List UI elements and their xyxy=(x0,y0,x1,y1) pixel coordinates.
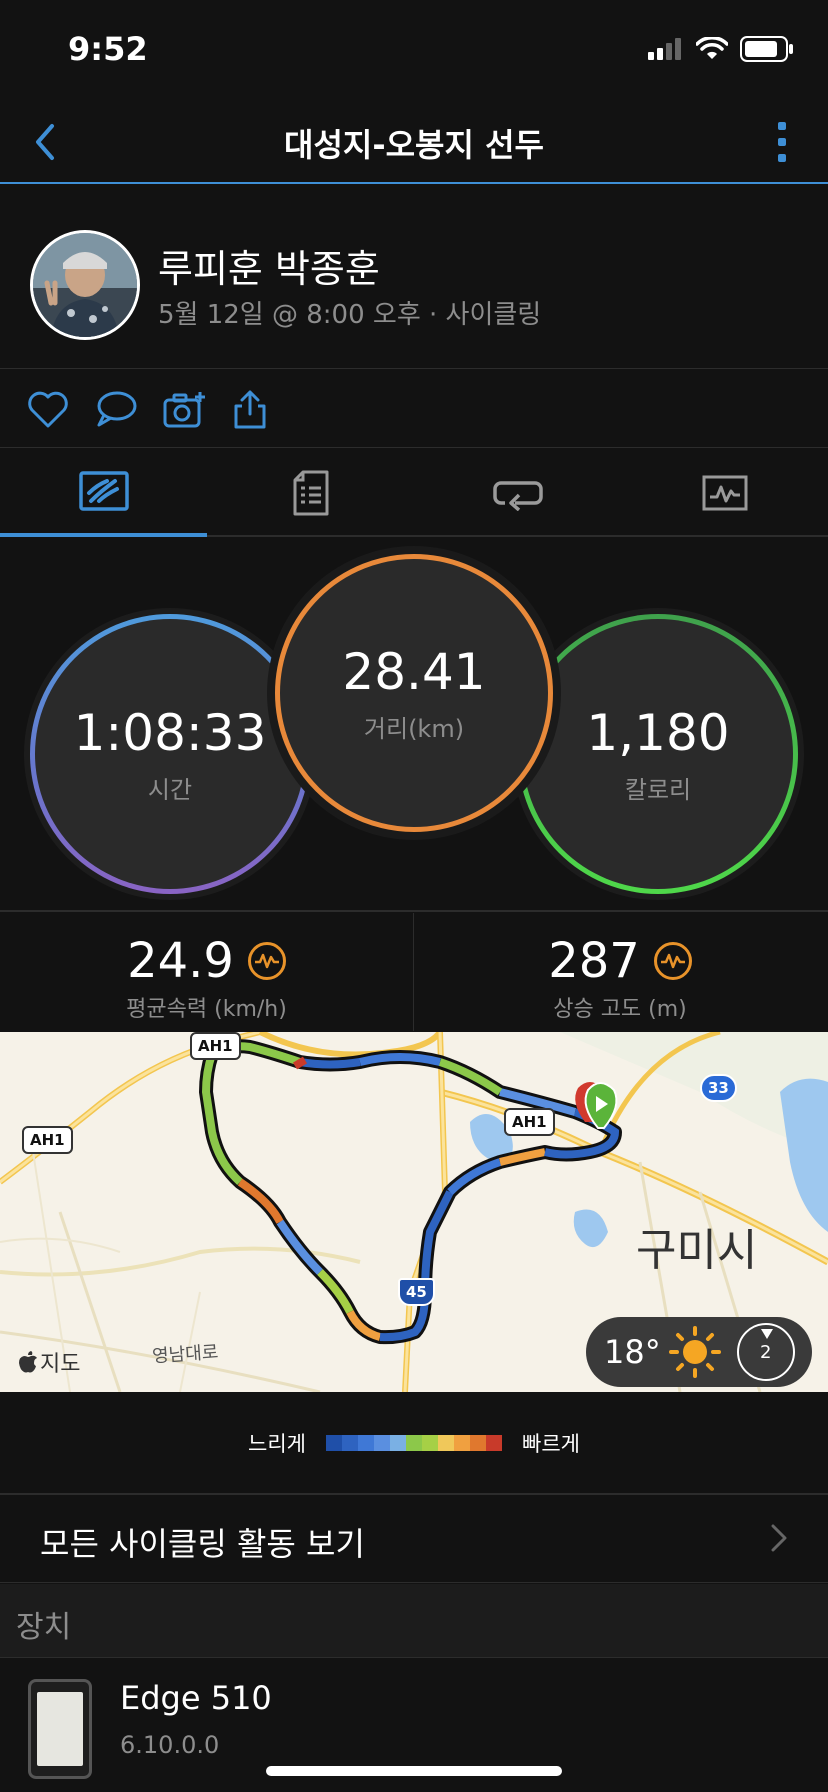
summary-rings: 1:08:33 시간 1,180 칼로리 28.41 거리(km) xyxy=(0,538,828,912)
document-icon xyxy=(293,470,328,516)
calories-value: 1,180 xyxy=(586,703,730,762)
wifi-icon xyxy=(696,37,728,59)
home-indicator[interactable] xyxy=(266,1766,562,1776)
avatar-photo xyxy=(33,233,137,337)
city-label: 구미시 xyxy=(636,1225,758,1276)
legend-color-swatch xyxy=(374,1435,390,1451)
laps-icon xyxy=(492,481,543,511)
tab-summary[interactable] xyxy=(0,449,207,537)
status-time: 9:52 xyxy=(68,30,148,68)
time-value: 1:08:33 xyxy=(73,703,267,762)
share-icon[interactable] xyxy=(228,388,272,430)
like-icon[interactable] xyxy=(26,388,70,430)
ascent-value: 287 xyxy=(548,933,640,989)
chevron-right-icon xyxy=(771,1524,787,1552)
battery-icon xyxy=(740,36,793,62)
avatar[interactable] xyxy=(30,230,140,340)
time-ring: 1:08:33 시간 xyxy=(30,614,310,894)
status-bar: 9:52 xyxy=(0,0,828,100)
more-dot xyxy=(778,122,786,130)
signal-icon xyxy=(648,38,681,60)
wind-arrow-icon xyxy=(760,1329,773,1339)
avg-speed-value: 24.9 xyxy=(127,933,234,989)
device-version: 6.10.0.0 xyxy=(120,1731,220,1759)
route-sign: 33 xyxy=(700,1074,737,1102)
performance-badge-icon xyxy=(653,942,692,980)
legend-slow-label: 느리게 xyxy=(248,1432,306,1456)
legend-color-swatch xyxy=(454,1435,470,1451)
ascent-label: 상승 고도 (m) xyxy=(553,997,687,1022)
add-photo-icon[interactable] xyxy=(162,388,206,430)
distance-value: 28.41 xyxy=(342,642,486,701)
weather-badge[interactable]: 18° 2 xyxy=(586,1317,812,1387)
speed-color-scale xyxy=(326,1435,502,1451)
comment-icon[interactable] xyxy=(94,388,138,430)
status-icons xyxy=(648,36,794,62)
time-label: 시간 xyxy=(147,775,193,804)
chart-icon xyxy=(702,475,747,511)
stats-row: 24.9 평균속력 (km/h) 287 상승 고도 (m) xyxy=(0,913,828,1031)
temperature: 18° xyxy=(604,1333,661,1371)
action-bar xyxy=(0,370,828,448)
activity-datetime-type: 5월 12일 @ 8:00 오후 · 사이클링 xyxy=(158,300,542,330)
legend-color-swatch xyxy=(422,1435,438,1451)
route-map[interactable]: AH1 AH1 AH1 33 45 구미시 영남대로 지도 18° 2 xyxy=(0,1032,828,1392)
legend-color-swatch xyxy=(326,1435,342,1451)
view-all-cycling-activities[interactable]: 모든 사이클링 활동 보기 xyxy=(0,1497,828,1583)
legend-color-swatch xyxy=(438,1435,454,1451)
tab-laps[interactable] xyxy=(414,449,621,537)
interstate-sign: 45 xyxy=(398,1278,435,1306)
legend-color-swatch xyxy=(470,1435,486,1451)
attribution-text: 지도 xyxy=(40,1352,81,1377)
sun-icon xyxy=(668,1326,721,1378)
legend-fast-label: 빠르게 xyxy=(522,1432,580,1456)
legend-color-swatch xyxy=(358,1435,374,1451)
devices-section-title: 장치 xyxy=(16,1610,72,1645)
calories-label: 칼로리 xyxy=(624,775,692,804)
device-screen xyxy=(37,1692,83,1766)
road-label: 영남대로 xyxy=(151,1341,220,1368)
legend-color-swatch xyxy=(406,1435,422,1451)
more-dot xyxy=(778,138,786,146)
calories-ring: 1,180 칼로리 xyxy=(518,614,798,894)
highway-sign: AH1 xyxy=(504,1108,555,1136)
legend-color-swatch xyxy=(342,1435,358,1451)
wind-indicator: 2 xyxy=(736,1323,795,1381)
ascent-stat[interactable]: 287 상승 고도 (m) xyxy=(413,913,826,1031)
view-all-label: 모든 사이클링 활동 보기 xyxy=(40,1525,365,1563)
more-options-button[interactable] xyxy=(772,118,792,166)
performance-badge-icon xyxy=(247,942,286,980)
map-attribution: 지도 xyxy=(18,1346,80,1378)
avg-speed-label: 평균속력 (km/h) xyxy=(126,997,287,1022)
avg-speed-stat[interactable]: 24.9 평균속력 (km/h) xyxy=(0,913,413,1031)
legend-color-swatch xyxy=(486,1435,502,1451)
cycling-summary-icon xyxy=(78,471,129,511)
distance-label: 거리(km) xyxy=(363,714,465,743)
nav-bar: 대성지-오봉지 선두 xyxy=(0,100,828,184)
more-dot xyxy=(778,154,786,162)
apple-logo-icon xyxy=(19,1351,37,1373)
device-thumbnail xyxy=(28,1679,92,1779)
legend-color-swatch xyxy=(390,1435,406,1451)
devices-section-header: 장치 xyxy=(0,1584,828,1658)
speed-legend: 느리게 빠르게 xyxy=(0,1393,828,1495)
device-name: Edge 510 xyxy=(120,1679,272,1717)
profile-name[interactable]: 루피훈 박종훈 xyxy=(158,238,380,293)
tab-charts[interactable] xyxy=(621,449,828,537)
highway-sign: AH1 xyxy=(22,1126,73,1154)
highway-sign: AH1 xyxy=(190,1032,241,1060)
page-title: 대성지-오봉지 선두 xyxy=(284,126,544,164)
wind-speed: 2 xyxy=(759,1341,772,1363)
tab-details[interactable] xyxy=(207,449,414,537)
activity-owner: 루피훈 박종훈 5월 12일 @ 8:00 오후 · 사이클링 xyxy=(0,186,828,369)
activity-tabs xyxy=(0,449,828,537)
distance-ring: 28.41 거리(km) xyxy=(275,554,553,832)
